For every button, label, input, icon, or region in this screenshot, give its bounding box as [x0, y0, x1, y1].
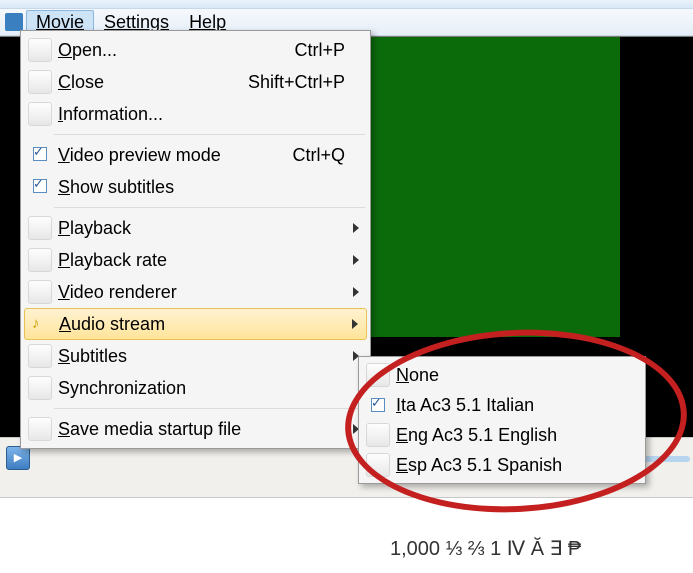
- bottom-panel: 1,000 ⅓ ⅔ 1 Ⅳ Ă ∃ ₱: [0, 497, 693, 573]
- audio-stream-submenu: None Ita Ac3 5.1 Italian Eng Ac3 5.1 Eng…: [358, 356, 646, 484]
- submenu-arrow-icon: [353, 255, 359, 265]
- menu-label: Show subtitles: [58, 177, 367, 198]
- seek-slider[interactable]: [640, 456, 690, 462]
- menu-separator: [54, 408, 365, 409]
- blank-icon: [366, 453, 390, 477]
- submenu-arrow-icon: [352, 319, 358, 329]
- submenu-label: None: [396, 365, 439, 386]
- menu-label: Subtitles: [58, 346, 367, 367]
- blank-icon: [28, 280, 52, 304]
- submenu-label: Esp Ac3 5.1 Spanish: [396, 455, 562, 476]
- menu-item-show-subtitles[interactable]: Show subtitles: [24, 171, 367, 203]
- menu-item-close[interactable]: Close Shift+Ctrl+P: [24, 66, 367, 98]
- music-note-icon: ♪: [32, 315, 40, 332]
- menu-label: Playback rate: [58, 250, 367, 271]
- checkbox-icon: [33, 179, 47, 193]
- blank-icon: [28, 102, 52, 126]
- menu-item-synchronization[interactable]: Synchronization: [24, 372, 367, 404]
- menu-label: Audio stream: [59, 314, 366, 335]
- video-preview-panel: [370, 37, 620, 337]
- blank-icon: [28, 417, 52, 441]
- menu-item-save-startup[interactable]: Save media startup file: [24, 413, 367, 445]
- menu-item-video-preview[interactable]: Video preview mode Ctrl+Q: [24, 139, 367, 171]
- submenu-arrow-icon: [353, 223, 359, 233]
- checkbox-icon: [371, 398, 385, 412]
- menu-label: Playback: [58, 218, 367, 239]
- menu-item-information[interactable]: Information...: [24, 98, 367, 130]
- menu-label: Video renderer: [58, 282, 367, 303]
- submenu-item-none[interactable]: None: [362, 360, 642, 390]
- menu-separator: [54, 207, 365, 208]
- menu-label: Information...: [58, 104, 367, 125]
- blank-icon: [366, 423, 390, 447]
- menu-label: Video preview mode: [58, 145, 292, 166]
- app-window: Movie Settings Help ▶ 1,000 ⅓ ⅔ 1 Ⅳ Ă ∃ …: [0, 0, 693, 573]
- submenu-item-spanish[interactable]: Esp Ac3 5.1 Spanish: [362, 450, 642, 480]
- movie-menu: Open... Ctrl+P Close Shift+Ctrl+P Inform…: [20, 30, 371, 449]
- play-button[interactable]: ▶: [6, 446, 30, 470]
- titlebar-fragment: [0, 0, 693, 9]
- submenu-item-english[interactable]: Eng Ac3 5.1 English: [362, 420, 642, 450]
- blank-icon: [28, 38, 52, 62]
- menu-item-open[interactable]: Open... Ctrl+P: [24, 34, 367, 66]
- menu-separator: [54, 134, 365, 135]
- menu-shortcut: Ctrl+Q: [292, 145, 367, 166]
- checkbox-icon: [33, 147, 47, 161]
- blank-icon: [28, 344, 52, 368]
- menu-label: Close: [58, 72, 248, 93]
- blank-icon: [28, 216, 52, 240]
- menu-item-subtitles[interactable]: Subtitles: [24, 340, 367, 372]
- sample-text: 1,000 ⅓ ⅔ 1 Ⅳ Ă ∃ ₱: [390, 536, 581, 561]
- blank-icon: [28, 248, 52, 272]
- menu-item-playback-rate[interactable]: Playback rate: [24, 244, 367, 276]
- submenu-label: Eng Ac3 5.1 English: [396, 425, 557, 446]
- menu-item-playback[interactable]: Playback: [24, 212, 367, 244]
- menu-shortcut: Shift+Ctrl+P: [248, 72, 367, 93]
- menu-label: Open...: [58, 40, 294, 61]
- blank-icon: [28, 70, 52, 94]
- submenu-label: Ita Ac3 5.1 Italian: [396, 395, 534, 416]
- blank-icon: [366, 363, 390, 387]
- menu-item-audio-stream[interactable]: ♪ Audio stream: [24, 308, 367, 340]
- menu-label: Save media startup file: [58, 419, 367, 440]
- submenu-item-italian[interactable]: Ita Ac3 5.1 Italian: [362, 390, 642, 420]
- app-icon: [5, 13, 23, 31]
- menu-shortcut: Ctrl+P: [294, 40, 367, 61]
- submenu-arrow-icon: [353, 287, 359, 297]
- menu-item-video-renderer[interactable]: Video renderer: [24, 276, 367, 308]
- menu-label: Synchronization: [58, 378, 367, 399]
- blank-icon: [28, 376, 52, 400]
